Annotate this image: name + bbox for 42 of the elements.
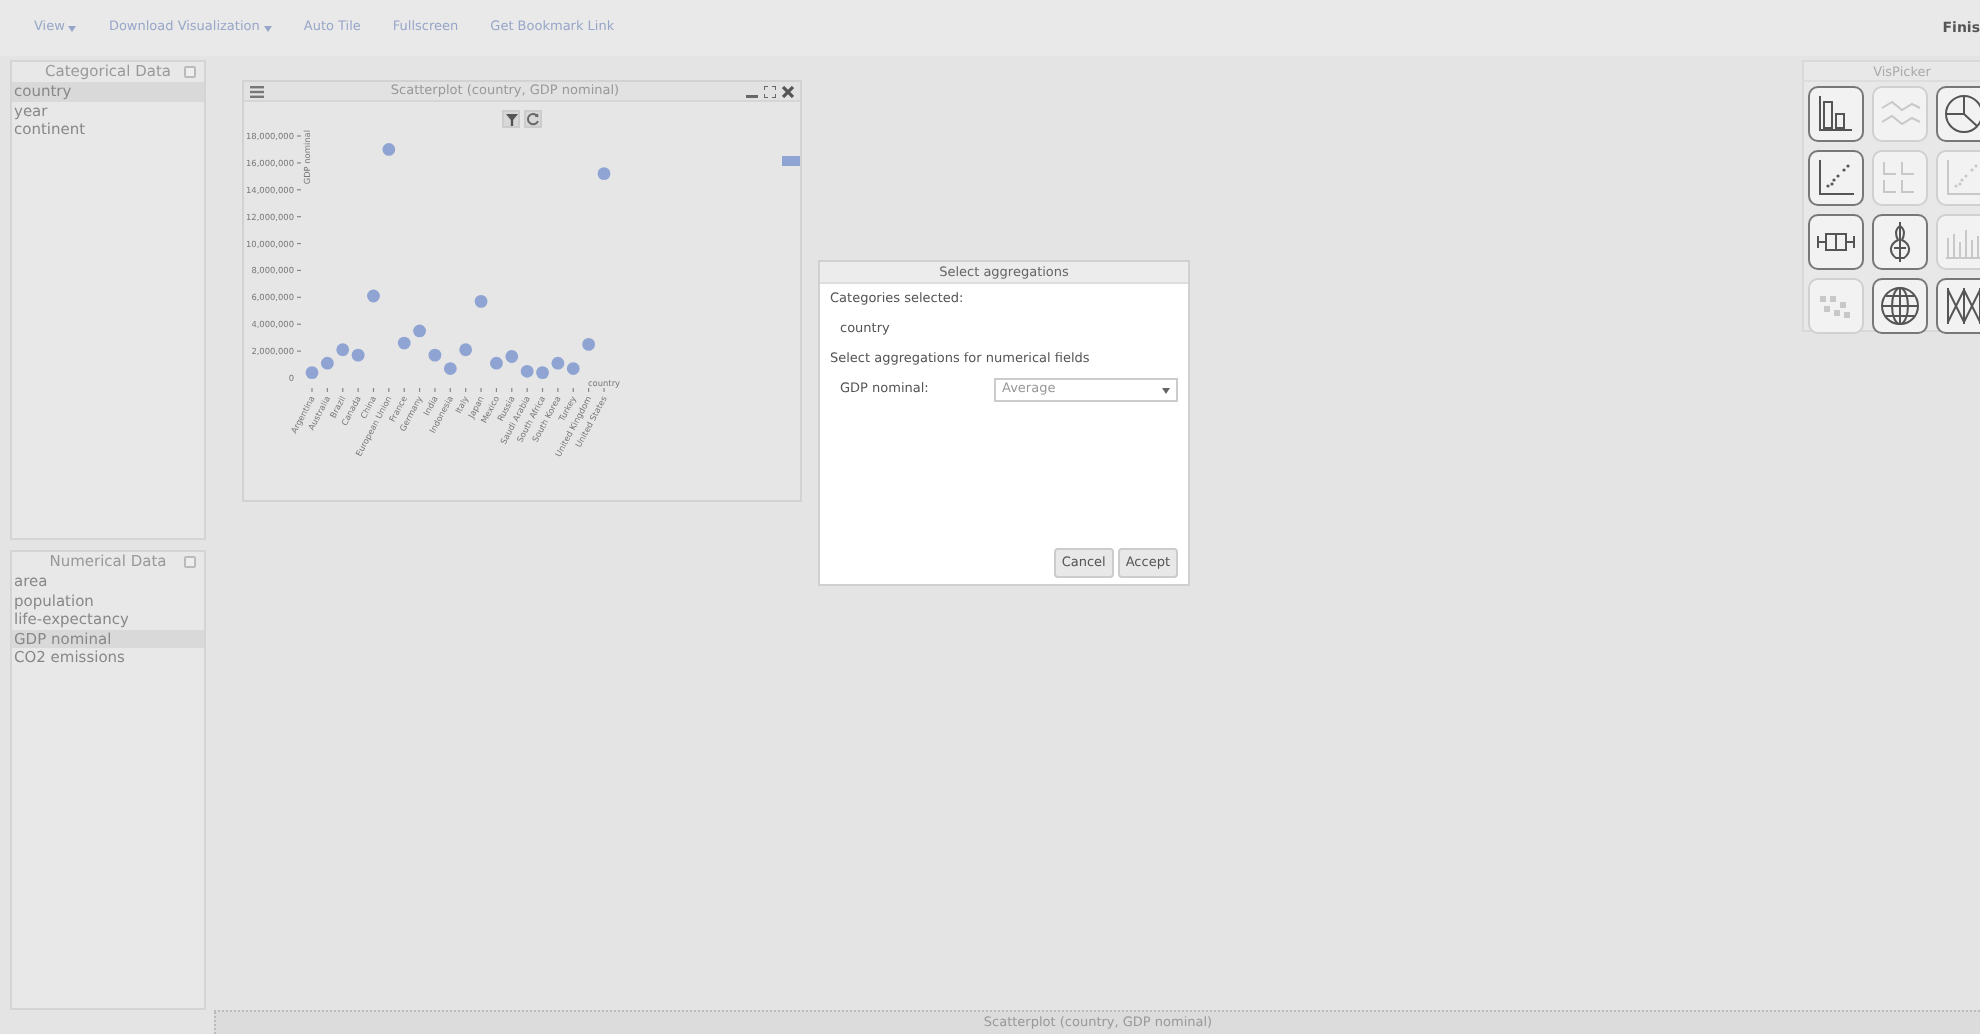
- chart-type-button[interactable]: [1936, 278, 1980, 334]
- data-point[interactable]: [413, 324, 426, 338]
- filter-button[interactable]: [502, 110, 520, 128]
- refresh-button[interactable]: [524, 110, 542, 128]
- data-point[interactable]: [551, 356, 565, 370]
- data-point[interactable]: [505, 350, 519, 363]
- refresh-icon: [526, 112, 540, 126]
- close-icon: [782, 85, 794, 97]
- data-point[interactable]: [459, 343, 473, 357]
- chart-type-button[interactable]: [1808, 150, 1864, 206]
- data-point[interactable]: [428, 348, 442, 362]
- data-point[interactable]: [382, 143, 396, 156]
- legend-swatch: [782, 156, 800, 166]
- chart-type-button[interactable]: [1872, 278, 1928, 334]
- data-point[interactable]: [582, 338, 596, 351]
- data-point[interactable]: [397, 336, 411, 350]
- data-point[interactable]: [566, 362, 580, 375]
- menu-icon: [250, 85, 264, 97]
- filter-icon: [505, 113, 517, 125]
- checkbox[interactable]: [184, 66, 196, 78]
- data-point[interactable]: [520, 364, 534, 378]
- caret-icon: [1162, 387, 1170, 394]
- chart-type-button[interactable]: [1936, 86, 1980, 142]
- pie-chart-icon: [1940, 90, 1980, 138]
- caret-icon: [68, 25, 77, 31]
- data-point[interactable]: [305, 366, 319, 379]
- data-point[interactable]: [367, 289, 380, 303]
- caret-icon: [263, 25, 272, 31]
- data-point[interactable]: [320, 356, 334, 370]
- expand-icon: [764, 85, 776, 97]
- data-point[interactable]: [474, 294, 488, 308]
- data-point[interactable]: [351, 348, 365, 362]
- chart-type-button[interactable]: [1808, 86, 1864, 142]
- data-point[interactable]: [536, 366, 549, 379]
- data-point[interactable]: [490, 356, 503, 370]
- data-point[interactable]: [336, 343, 350, 357]
- data-point[interactable]: [443, 362, 457, 375]
- checkbox[interactable]: [184, 556, 196, 568]
- globe-icon: [1876, 282, 1924, 330]
- chart-type-button[interactable]: [1872, 214, 1928, 270]
- data-point[interactable]: [597, 167, 611, 181]
- chart-type-button[interactable]: [1808, 214, 1864, 270]
